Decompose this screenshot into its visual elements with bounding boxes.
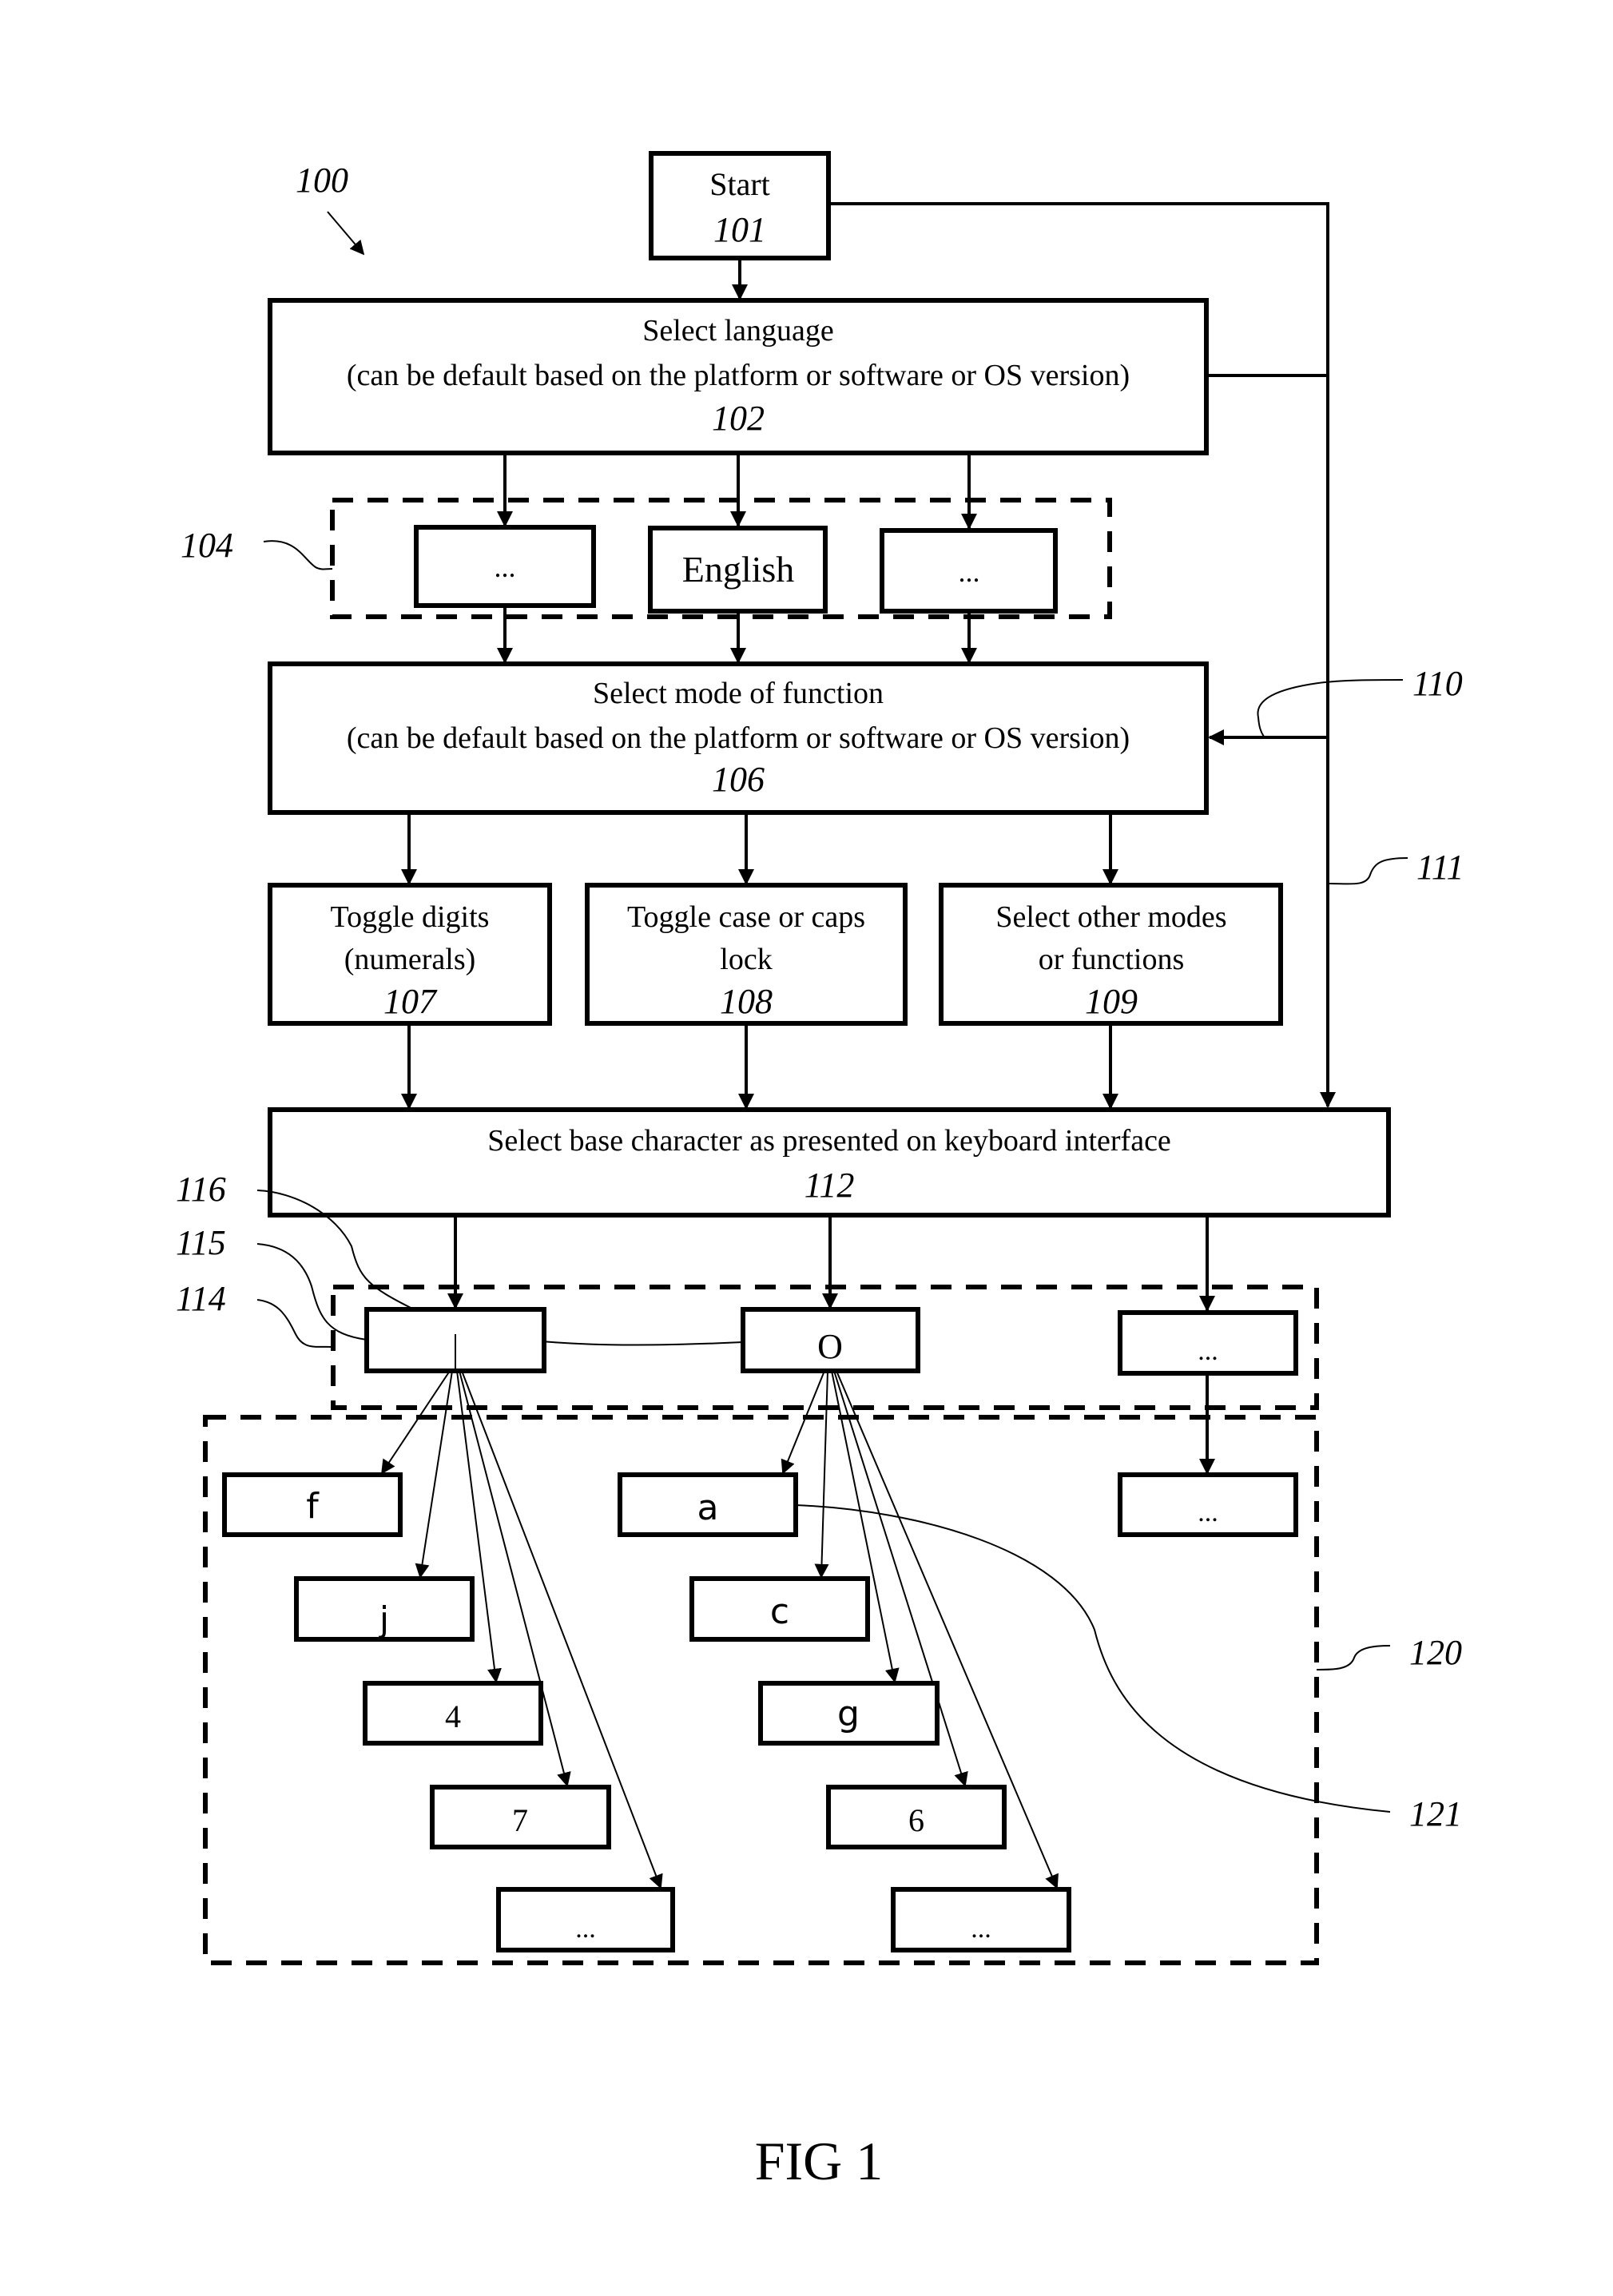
start-label: Start bbox=[709, 166, 770, 202]
start-ref: 101 bbox=[713, 210, 766, 249]
mode-label-line2: or functions bbox=[1039, 943, 1185, 976]
variant-label: 4 bbox=[445, 1698, 461, 1734]
variant-j: j bbox=[294, 1576, 475, 1642]
language-option-1: ... bbox=[414, 525, 596, 608]
variant-7: 7 bbox=[430, 1785, 611, 1849]
mode-toggle-digits: Toggle digits (numerals) 107 bbox=[268, 883, 552, 1026]
arrow-to-c bbox=[814, 1370, 829, 1579]
variant-ellipsis-2: ... bbox=[891, 1887, 1071, 1952]
variant-g: g bbox=[758, 1681, 940, 1746]
mode-other-functions: Select other modes or functions 109 bbox=[939, 883, 1283, 1026]
variant-group-ref: 120 bbox=[1409, 1633, 1462, 1672]
select-base-title: Select base character as presented on ke… bbox=[487, 1124, 1171, 1158]
select-language-title: Select language bbox=[642, 314, 834, 348]
variant-label: ... bbox=[1198, 1498, 1218, 1527]
select-language-node: Select language (can be default based on… bbox=[268, 298, 1209, 455]
base-ref-114: 114 bbox=[176, 1279, 226, 1318]
select-mode-ref: 106 bbox=[712, 760, 765, 799]
variant-label: 6 bbox=[908, 1802, 924, 1838]
select-mode-node: Select mode of function (can be default … bbox=[268, 661, 1209, 815]
select-language-ref: 102 bbox=[712, 399, 765, 438]
language-group-ref: 104 bbox=[181, 526, 233, 565]
bypass-leader-111 bbox=[1329, 857, 1408, 885]
variant-label: c bbox=[770, 1591, 789, 1632]
variant-6: 6 bbox=[826, 1785, 1007, 1849]
variant-label: g bbox=[837, 1694, 860, 1734]
variant-label: f bbox=[306, 1486, 320, 1527]
base-character-label: ... bbox=[1198, 1337, 1218, 1366]
variant-ellipsis-3: ... bbox=[1118, 1472, 1298, 1537]
base-character-2: O bbox=[741, 1307, 920, 1373]
variant-ellipsis-1: ... bbox=[496, 1887, 675, 1952]
mode-label-line2: lock bbox=[720, 943, 772, 976]
select-language-note: (can be default based on the platform or… bbox=[347, 359, 1130, 392]
variant-item-leader bbox=[795, 1504, 1391, 1813]
mode-label-line1: Toggle digits bbox=[331, 900, 490, 934]
flowchart: 100 Start 101 Select language (can be de… bbox=[176, 151, 1464, 2191]
base-character-1 bbox=[364, 1307, 546, 1373]
figure-ref-label: 100 bbox=[296, 161, 348, 200]
variant-label: 7 bbox=[512, 1802, 528, 1838]
arrow-to-a bbox=[781, 1370, 825, 1475]
language-option-label: ... bbox=[959, 556, 980, 588]
language-option-label: ... bbox=[495, 551, 516, 583]
variant-a: a bbox=[618, 1472, 798, 1537]
language-option-label: English bbox=[682, 549, 795, 590]
figure-caption: FIG 1 bbox=[755, 2131, 884, 2191]
select-mode-note: (can be default based on the platform or… bbox=[347, 721, 1130, 755]
figure-ref-arrow bbox=[327, 211, 365, 256]
mode-ref: 109 bbox=[1085, 982, 1138, 1021]
bypass-leader-110 bbox=[1257, 679, 1404, 737]
mode-label-line1: Toggle case or caps bbox=[627, 900, 865, 934]
language-group-leader bbox=[263, 540, 333, 570]
language-option-3: ... bbox=[880, 528, 1058, 614]
arrow-to-j bbox=[415, 1370, 453, 1579]
mode-ref: 107 bbox=[383, 982, 438, 1021]
select-base-ref: 112 bbox=[805, 1166, 855, 1205]
variant-f: f bbox=[222, 1472, 403, 1537]
mode-toggle-case: Toggle case or caps lock 108 bbox=[585, 883, 908, 1026]
mode-ref: 108 bbox=[720, 982, 773, 1021]
variant-group-leader bbox=[1316, 1645, 1391, 1670]
base-character-3: ... bbox=[1118, 1310, 1298, 1376]
base-leader-114 bbox=[256, 1299, 334, 1348]
language-option-english: English bbox=[648, 526, 828, 614]
start-node: Start 101 bbox=[649, 151, 831, 260]
base-character-label: O bbox=[817, 1327, 843, 1366]
variant-label: j bbox=[379, 1599, 389, 1640]
arrow-to-f bbox=[381, 1370, 451, 1475]
select-mode-title: Select mode of function bbox=[593, 677, 884, 710]
variant-4: 4 bbox=[363, 1681, 543, 1746]
base-leader-115 bbox=[256, 1243, 367, 1341]
select-base-node: Select base character as presented on ke… bbox=[268, 1107, 1391, 1218]
bypass-ref-111: 111 bbox=[1416, 848, 1464, 887]
variant-label: a bbox=[697, 1488, 719, 1528]
bypass-ref-110: 110 bbox=[1412, 664, 1463, 703]
mode-label-line2: (numerals) bbox=[344, 943, 476, 976]
variant-item-ref: 121 bbox=[1409, 1794, 1462, 1833]
variant-label: ... bbox=[971, 1914, 991, 1944]
mode-label-line1: Select other modes bbox=[995, 900, 1226, 934]
base-ref-115: 115 bbox=[176, 1223, 226, 1262]
base-ref-116: 116 bbox=[176, 1170, 226, 1209]
variant-label: ... bbox=[575, 1914, 596, 1944]
variant-c: c bbox=[689, 1576, 870, 1642]
